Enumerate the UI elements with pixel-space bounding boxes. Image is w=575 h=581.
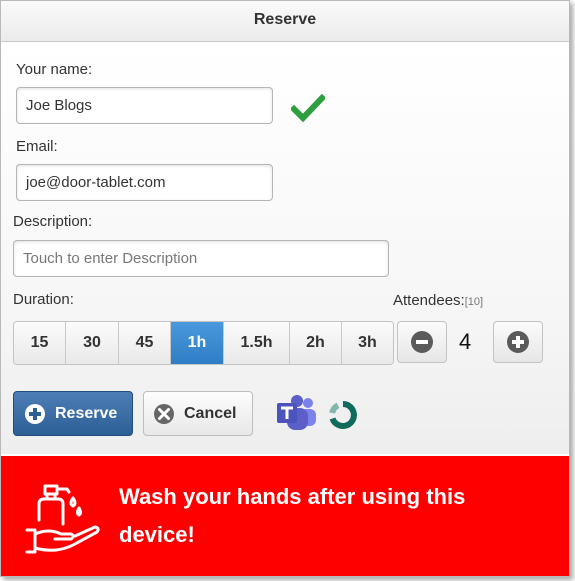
cancel-button[interactable]: Cancel: [143, 391, 253, 436]
microsoft-teams-icon[interactable]: [275, 394, 317, 432]
email-label: Email:: [16, 138, 58, 155]
duration-option[interactable]: 45: [119, 322, 171, 364]
attendees-label: Attendees:: [393, 292, 465, 309]
description-label: Description:: [13, 213, 93, 230]
hygiene-banner: Wash your hands after using this device!: [1, 456, 569, 576]
duration-option[interactable]: 3h: [342, 322, 393, 364]
ring-logo-icon: [329, 401, 357, 429]
attendees-max: [10]: [464, 296, 484, 308]
email-field[interactable]: joe@door-tablet.com: [16, 164, 273, 201]
plus-circle-icon: [25, 403, 45, 424]
description-field[interactable]: Touch to enter Description: [13, 240, 389, 277]
reserve-button[interactable]: Reserve: [13, 391, 133, 436]
reserve-dialog: Reserve Your name: Joe Blogs Email: joe@…: [0, 0, 570, 577]
checkmark-icon: [291, 94, 325, 122]
minus-circle-icon: [411, 331, 433, 353]
name-label: Your name:: [16, 61, 93, 78]
attendees-count: 4: [459, 329, 472, 354]
duration-label: Duration:: [13, 291, 74, 308]
name-field[interactable]: Joe Blogs: [16, 87, 273, 124]
plus-circle-icon: [507, 331, 529, 353]
duration-option[interactable]: 15: [14, 322, 66, 364]
duration-selector: 15 30 45 1h 1.5h 2h 3h: [13, 321, 394, 365]
duration-option[interactable]: 2h: [290, 322, 342, 364]
banner-message: Wash your hands after using this device!: [119, 484, 466, 547]
dialog-title: Reserve: [1, 1, 569, 42]
duration-option[interactable]: 30: [66, 322, 119, 364]
duration-option[interactable]: 1.5h: [224, 322, 290, 364]
close-circle-icon: [154, 403, 174, 424]
attendees-label-group: Attendees:[10]: [393, 292, 483, 309]
cancel-button-label: Cancel: [184, 404, 237, 422]
decrement-attendees-button[interactable]: [397, 321, 447, 363]
hand-sanitizer-icon: [25, 484, 100, 554]
reserve-button-label: Reserve: [55, 404, 118, 422]
duration-option-selected[interactable]: 1h: [171, 322, 224, 364]
increment-attendees-button[interactable]: [493, 321, 543, 363]
